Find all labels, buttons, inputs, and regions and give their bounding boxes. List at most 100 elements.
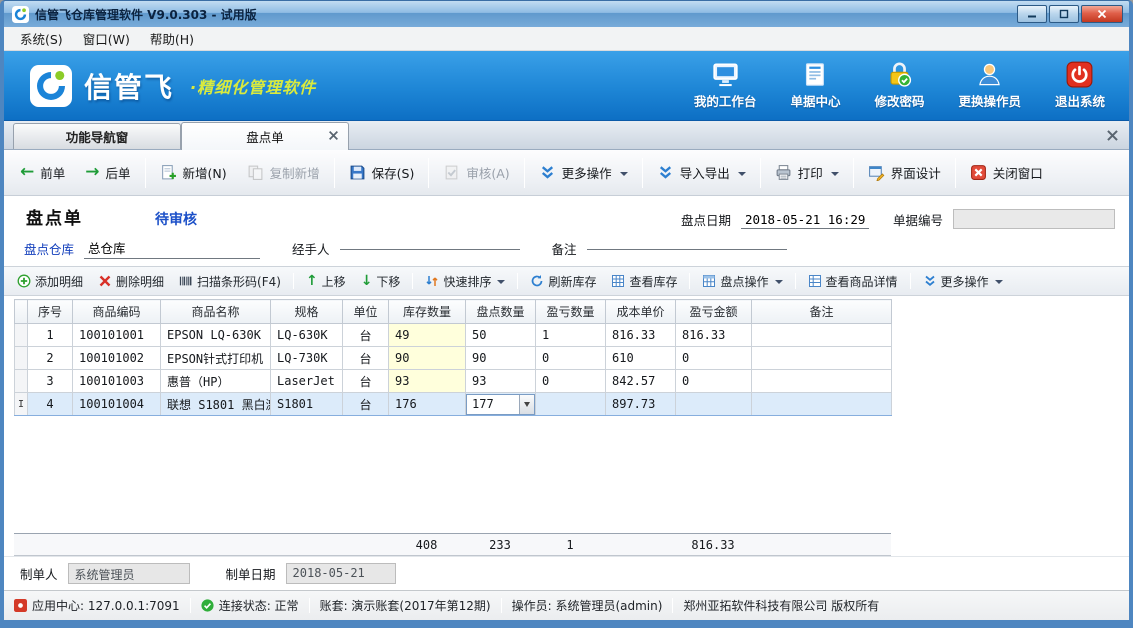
- cell-count[interactable]: 50: [466, 324, 536, 347]
- col-header-stock[interactable]: 库存数量: [389, 300, 466, 324]
- cell-diff[interactable]: [536, 393, 606, 416]
- cell-code[interactable]: 100101001: [73, 324, 161, 347]
- tab-nav-panel[interactable]: 功能导航窗: [13, 123, 181, 149]
- banner-action-change-password[interactable]: 修改密码: [874, 61, 924, 110]
- col-header-cost[interactable]: 成本单价: [606, 300, 676, 324]
- cell-diff[interactable]: 0: [536, 370, 606, 393]
- cell-unit[interactable]: 台: [343, 324, 389, 347]
- row-marker[interactable]: [15, 324, 28, 347]
- row-marker[interactable]: [15, 347, 28, 370]
- cell-name[interactable]: 惠普（HP）: [161, 370, 271, 393]
- delete-detail-button[interactable]: 删除明细: [95, 270, 167, 293]
- cell-cost[interactable]: 842.57: [606, 370, 676, 393]
- audit-button[interactable]: 审核(A): [433, 156, 519, 189]
- add-detail-button[interactable]: 添加明细: [14, 270, 86, 293]
- menu-item-system[interactable]: 系统(S): [10, 26, 73, 51]
- banner-action-switch-operator[interactable]: 更换操作员: [958, 61, 1021, 110]
- col-header-unit[interactable]: 单位: [343, 300, 389, 324]
- table-row[interactable]: 2 100101002 EPSON针式打印机 LQ-730K 台 90 90 0…: [15, 347, 892, 370]
- minimize-button[interactable]: [1017, 5, 1047, 23]
- cell-code[interactable]: 100101002: [73, 347, 161, 370]
- more-actions-button[interactable]: 更多操作: [529, 156, 638, 189]
- cell-name[interactable]: EPSON针式打印机: [161, 347, 271, 370]
- cell-amount[interactable]: 0: [676, 347, 752, 370]
- banner-action-exit-system[interactable]: 退出系统: [1055, 61, 1105, 110]
- cell-spec[interactable]: LQ-630K: [271, 324, 343, 347]
- cell-amount[interactable]: [676, 393, 752, 416]
- col-header-name[interactable]: 商品名称: [161, 300, 271, 324]
- scan-barcode-button[interactable]: 扫描条形码(F4): [176, 270, 284, 293]
- row-marker[interactable]: [15, 370, 28, 393]
- table-row[interactable]: 3 100101003 惠普（HP） LaserJet 台 93 93 0 84…: [15, 370, 892, 393]
- warehouse-field[interactable]: 总仓库: [84, 237, 260, 259]
- agent-field[interactable]: [340, 247, 520, 250]
- cell-stock[interactable]: 90: [389, 347, 466, 370]
- cell-unit[interactable]: 台: [343, 370, 389, 393]
- row-marker-current[interactable]: I: [15, 393, 28, 416]
- table-row-selected[interactable]: I 4 100101004 联想 S1801 黑白激 S1801 台 176 1…: [15, 393, 892, 416]
- cell-remark[interactable]: [752, 324, 892, 347]
- cell-name[interactable]: 联想 S1801 黑白激: [161, 393, 271, 416]
- cell-spec[interactable]: S1801: [271, 393, 343, 416]
- cell-remark[interactable]: [752, 347, 892, 370]
- cell-name[interactable]: EPSON LQ-630K: [161, 324, 271, 347]
- cell-stock[interactable]: 93: [389, 370, 466, 393]
- close-button[interactable]: [1081, 5, 1123, 23]
- view-stock-button[interactable]: 查看库存: [608, 270, 680, 293]
- cell-seq[interactable]: 3: [28, 370, 73, 393]
- cell-remark[interactable]: [752, 393, 892, 416]
- cell-seq[interactable]: 1: [28, 324, 73, 347]
- move-down-button[interactable]: ↓下移: [358, 270, 404, 293]
- cell-diff[interactable]: 0: [536, 347, 606, 370]
- col-header-code[interactable]: 商品编码: [73, 300, 161, 324]
- banner-action-workspace[interactable]: 我的工作台: [694, 61, 757, 110]
- next-doc-button[interactable]: →后单: [75, 156, 140, 189]
- import-export-button[interactable]: 导入导出: [647, 156, 756, 189]
- cell-count[interactable]: 90: [466, 347, 536, 370]
- cell-count[interactable]: 93: [466, 370, 536, 393]
- remark-field[interactable]: [587, 247, 787, 250]
- cell-cost[interactable]: 610: [606, 347, 676, 370]
- view-product-detail-button[interactable]: 查看商品详情: [805, 270, 901, 293]
- col-header-amount[interactable]: 盈亏金额: [676, 300, 752, 324]
- cell-diff[interactable]: 1: [536, 324, 606, 347]
- tab-inventory-sheet[interactable]: 盘点单: [181, 122, 349, 150]
- cell-remark[interactable]: [752, 370, 892, 393]
- new-button[interactable]: 新增(N): [150, 156, 237, 189]
- cell-stock[interactable]: 49: [389, 324, 466, 347]
- banner-action-doc-center[interactable]: 单据中心: [790, 61, 840, 110]
- stocktake-ops-button[interactable]: 盘点操作: [699, 270, 785, 293]
- col-header-count[interactable]: 盘点数量: [466, 300, 536, 324]
- col-header-seq[interactable]: 序号: [28, 300, 73, 324]
- cell-code[interactable]: 100101004: [73, 393, 161, 416]
- save-button[interactable]: 保存(S): [339, 156, 425, 189]
- menu-item-window[interactable]: 窗口(W): [73, 26, 140, 51]
- count-combo-editor[interactable]: 177: [466, 394, 535, 415]
- tab-close-icon[interactable]: [328, 130, 339, 141]
- date-value-field[interactable]: 2018-05-21 16:29: [741, 211, 869, 229]
- move-up-button[interactable]: ↑上移: [303, 270, 349, 293]
- table-row[interactable]: 1 100101001 EPSON LQ-630K LQ-630K 台 49 5…: [15, 324, 892, 347]
- quick-sort-button[interactable]: 快速排序: [422, 270, 508, 293]
- col-header-diff[interactable]: 盈亏数量: [536, 300, 606, 324]
- col-header-spec[interactable]: 规格: [271, 300, 343, 324]
- refresh-stock-button[interactable]: 刷新库存: [527, 270, 599, 293]
- cell-amount[interactable]: 816.33: [676, 324, 752, 347]
- menu-item-help[interactable]: 帮助(H): [140, 26, 204, 51]
- cell-seq[interactable]: 2: [28, 347, 73, 370]
- cell-stock[interactable]: 176: [389, 393, 466, 416]
- cell-unit[interactable]: 台: [343, 393, 389, 416]
- cell-code[interactable]: 100101003: [73, 370, 161, 393]
- cell-count-editing[interactable]: 177: [466, 393, 536, 416]
- col-header-remark[interactable]: 备注: [752, 300, 892, 324]
- tabstrip-close-button[interactable]: [1106, 129, 1119, 142]
- ui-design-button[interactable]: 界面设计: [858, 156, 951, 189]
- maximize-button[interactable]: [1049, 5, 1079, 23]
- print-button[interactable]: 打印: [765, 156, 849, 189]
- prev-doc-button[interactable]: ←前单: [10, 156, 75, 189]
- cell-seq[interactable]: 4: [28, 393, 73, 416]
- cell-unit[interactable]: 台: [343, 347, 389, 370]
- cell-spec[interactable]: LQ-730K: [271, 347, 343, 370]
- close-window-button[interactable]: 关闭窗口: [960, 156, 1053, 189]
- combo-dropdown-button[interactable]: [519, 395, 534, 414]
